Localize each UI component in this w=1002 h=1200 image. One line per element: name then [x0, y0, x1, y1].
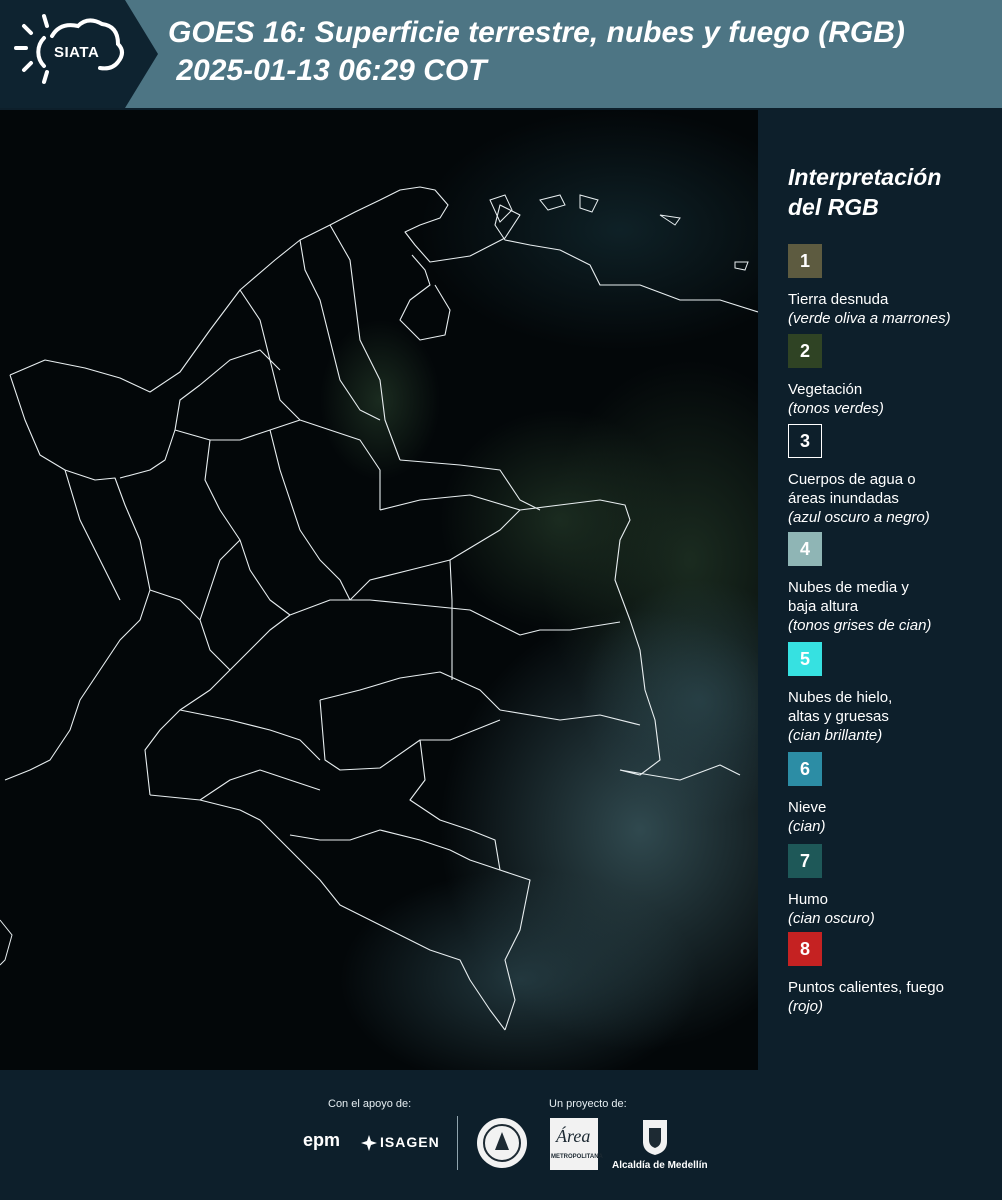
footer: Con el apoyo de: Un proyecto de: epm ISA… — [0, 1070, 1002, 1200]
legend-swatch-4: 4 — [788, 532, 822, 566]
legend-swatch-7: 7 — [788, 844, 822, 878]
header-bar: SIATA GOES 16: Superficie terrestre, nub… — [0, 0, 1002, 108]
legend-desc-7: Humo — [788, 891, 829, 908]
legend-swatch-8: 8 — [788, 932, 822, 966]
legend-sub-6: (cian) — [788, 818, 826, 835]
medellin-seal-icon — [477, 1118, 527, 1168]
legend-desc-4-line-2: baja altura — [788, 598, 859, 615]
legend-swatch-3: 3 — [788, 424, 822, 458]
legend-item-2: 2 Vegetación (tonos verdes) — [788, 334, 998, 418]
footer-separator — [457, 1116, 458, 1170]
legend-item-5: 5 Nubes de hielo, altas y gruesas (cian … — [788, 642, 998, 745]
epm-logo: epm — [303, 1130, 341, 1150]
legend-item-4: 4 Nubes de media y baja altura (tonos gr… — [788, 532, 998, 635]
legend-sub-7: (cian oscuro) — [788, 910, 875, 927]
area-logo-sub: METROPOLITANA — [551, 1154, 603, 1160]
legend-sub-8: (rojo) — [788, 998, 824, 1015]
title-line-2: 2025-01-13 06:29 COT — [168, 54, 487, 87]
legend-item-1: 1 Tierra desnuda (verde oliva a marrones… — [788, 244, 998, 328]
legend-desc-3: Cuerpos de agua o áreas inundadas — [788, 470, 998, 508]
legend-sub-4: (tonos grises de cian) — [788, 617, 932, 634]
siata-logo: SIATA — [0, 0, 158, 108]
legend-desc-1: Tierra desnuda — [788, 291, 889, 308]
logo-text: SIATA — [54, 44, 100, 61]
page-title: GOES 16: Superficie terrestre, nubes y f… — [168, 14, 905, 90]
legend-desc-3-line-2: áreas inundadas — [788, 490, 899, 507]
legend-desc-4: Nubes de media y baja altura — [788, 578, 998, 616]
legend-item-3: 3 Cuerpos de agua o áreas inundadas (azu… — [788, 424, 998, 527]
isagen-star-icon — [361, 1135, 377, 1151]
legend-desc-5: Nubes de hielo, altas y gruesas — [788, 688, 998, 726]
legend-desc-2: Vegetación — [788, 381, 863, 398]
legend-desc-5-line-2: altas y gruesas — [788, 708, 889, 725]
legend-item-7: 7 Humo (cian oscuro) — [788, 844, 998, 928]
legend-desc-4-line-1: Nubes de media y — [788, 579, 909, 596]
legend-sub-3: (azul oscuro a negro) — [788, 509, 930, 526]
legend-item-6: 6 Nieve (cian) — [788, 752, 998, 836]
legend-swatch-2: 2 — [788, 334, 822, 368]
legend-swatch-5: 5 — [788, 642, 822, 676]
alcaldia-label: Alcaldía de Medellín — [612, 1160, 708, 1171]
title-line-1: GOES 16: Superficie terrestre, nubes y f… — [168, 16, 905, 49]
legend-desc-6: Nieve — [788, 799, 827, 816]
legend-desc-5-line-1: Nubes de hielo, — [788, 689, 893, 706]
legend-title-line-1: Interpretación — [788, 164, 942, 190]
area-metropolitana-logo: Área METROPOLITANA — [550, 1118, 603, 1170]
alcaldia-shield-icon — [643, 1120, 667, 1155]
legend-sub-2: (tonos verdes) — [788, 400, 884, 417]
area-logo-name: Área — [556, 1126, 591, 1146]
map-canvas — [0, 110, 758, 1070]
legend-title-line-2: del RGB — [788, 194, 879, 220]
legend-sub-5: (cian brillante) — [788, 727, 883, 744]
support-label: Con el apoyo de: — [328, 1098, 412, 1110]
isagen-logo: ISAGEN — [380, 1134, 440, 1150]
legend-desc-8: Puntos calientes, fuego — [788, 979, 944, 996]
project-label: Un proyecto de: — [549, 1098, 627, 1110]
legend-title: Interpretación del RGB — [788, 162, 988, 222]
legend-desc-3-line-1: Cuerpos de agua o — [788, 471, 916, 488]
legend-sub-1: (verde oliva a marrones) — [788, 310, 951, 327]
legend-swatch-6: 6 — [788, 752, 822, 786]
legend-item-8: 8 Puntos calientes, fuego (rojo) — [788, 932, 998, 1016]
legend-swatch-1: 1 — [788, 244, 822, 278]
legend-panel: Interpretación del RGB 1 Tierra desnuda … — [762, 110, 1002, 1070]
satellite-map[interactable] — [0, 110, 758, 1070]
